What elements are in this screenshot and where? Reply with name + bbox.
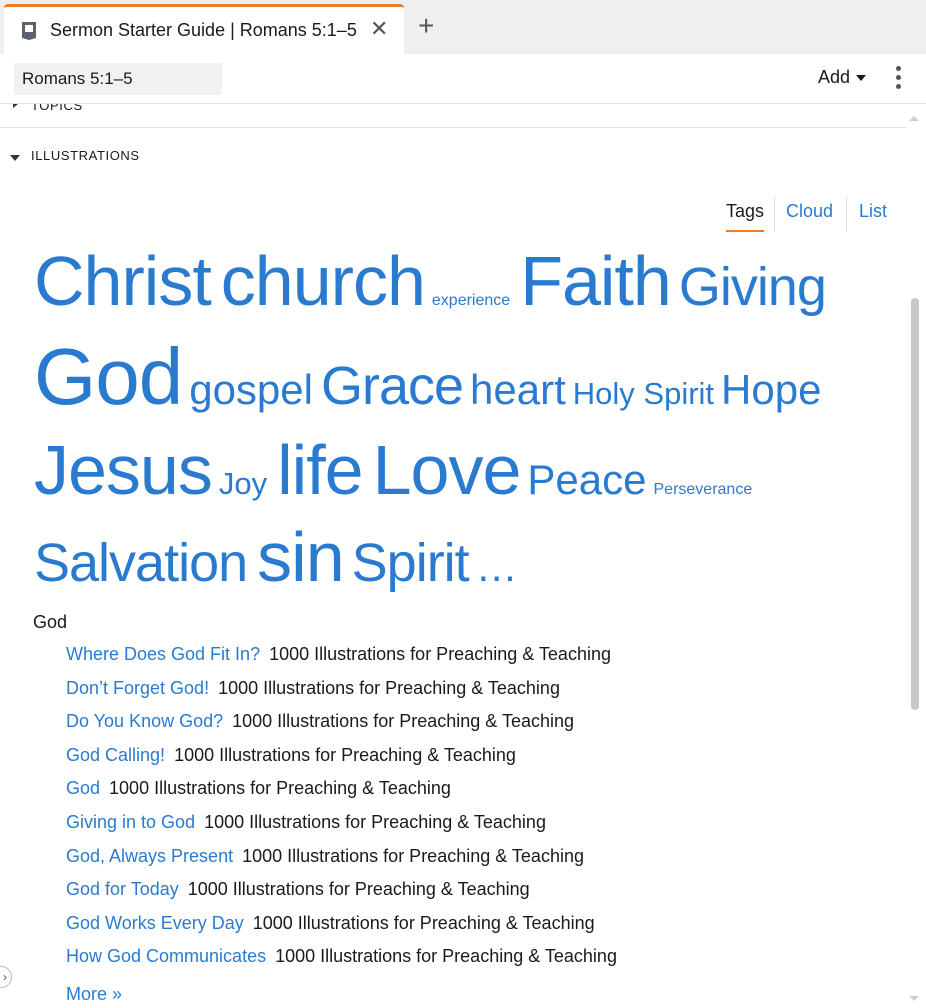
kebab-menu-icon[interactable]	[892, 66, 904, 92]
illustration-source: 1000 Illustrations for Preaching & Teach…	[269, 644, 611, 664]
tag-love[interactable]: Love	[373, 428, 522, 512]
scrollbar-thumb[interactable]	[911, 298, 919, 710]
illustration-link[interactable]: Don’t Forget God!	[66, 678, 209, 698]
tag-sin[interactable]: sin	[257, 522, 344, 592]
tag-life[interactable]: life	[277, 428, 363, 512]
content-area: TOPICS ILLUSTRATIONS Tags Cloud List Chr…	[0, 104, 926, 1008]
section-illustrations-label: ILLUSTRATIONS	[31, 148, 140, 163]
tag-jesus[interactable]: Jesus	[34, 428, 213, 512]
tag-church[interactable]: church	[221, 240, 426, 322]
list-item: God 1000 Illustrations for Preaching & Te…	[66, 778, 886, 812]
tag-hope[interactable]: Hope	[721, 345, 821, 435]
view-tab-list[interactable]: List	[859, 196, 887, 232]
tag-cloud-line: Salvation sin Spirit…	[34, 522, 518, 593]
add-button-label: Add	[818, 67, 851, 87]
illustration-link[interactable]: Giving in to God	[66, 812, 195, 832]
list-item: God, Always Present 1000 Illustrations fo…	[66, 846, 886, 880]
illustration-link[interactable]: Where Does God Fit In?	[66, 644, 260, 664]
illustration-source: 1000 Illustrations for Preaching & Teach…	[187, 879, 530, 900]
illustration-link[interactable]: God for Today	[66, 879, 179, 899]
list-item: God Calling! 1000 Illustrations for Preac…	[66, 745, 886, 779]
tag-gospel[interactable]: gospel	[189, 345, 313, 435]
tag-giving[interactable]: Giving	[679, 246, 827, 328]
illustration-source: 1000 Illustrations for Preaching & Teach…	[242, 845, 584, 866]
section-illustrations-header[interactable]: ILLUSTRATIONS	[0, 148, 906, 170]
tag-joy[interactable]: Joy	[219, 442, 267, 526]
tag-peace[interactable]: Peace	[527, 438, 646, 522]
tag-cloud-line: Jesus Joy life Love Peace Perseverance	[34, 428, 752, 512]
tag-perseverance[interactable]: Perseverance	[654, 448, 753, 532]
list-item: Don’t Forget God! 1000 Illustrations for …	[66, 678, 886, 712]
section-topics-label: TOPICS	[31, 104, 83, 113]
illustration-link[interactable]: God	[66, 778, 100, 798]
illustration-source: 1000 Illustrations for Preaching & Teach…	[174, 744, 516, 765]
tag-faith[interactable]: Faith	[520, 240, 672, 322]
toolbar: Add	[0, 54, 926, 104]
tab-strip: Sermon Starter Guide | Romans 5:1–5 ✕ +	[0, 0, 926, 54]
tag-holy-spirit[interactable]: Holy Spirit	[573, 349, 714, 439]
illustration-source: 1000 Illustrations for Preaching & Teach…	[275, 946, 617, 967]
tag-cloud-line: Christ church experience Faith Giving	[34, 240, 827, 322]
illustration-link[interactable]: God Works Every Day	[66, 913, 244, 933]
tag-[interactable]: …	[476, 532, 518, 602]
illustration-source: 1000 Illustrations for Preaching & Teach…	[252, 912, 595, 933]
illustration-link[interactable]: Do You Know God?	[66, 711, 223, 731]
view-tab-tags[interactable]: Tags	[726, 196, 765, 232]
tag-spirit[interactable]: Spirit	[352, 528, 470, 598]
tag-experience[interactable]: experience	[432, 260, 510, 342]
view-tab-cloud[interactable]: Cloud	[786, 196, 833, 232]
tab-sermon-starter-guide[interactable]: Sermon Starter Guide | Romans 5:1–5 ✕	[4, 4, 404, 54]
guide-book-icon	[22, 22, 36, 40]
collapse-triangle-icon	[10, 155, 20, 161]
list-item: Do You Know God? 1000 Illustrations for P…	[66, 711, 886, 745]
scroll-up-arrow-icon[interactable]	[909, 116, 919, 121]
illustration-source: 1000 Illustrations for Preaching & Teach…	[204, 811, 546, 832]
illustration-source: 1000 Illustrations for Preaching & Teach…	[109, 778, 451, 799]
tag-grace[interactable]: Grace	[321, 341, 464, 431]
reference-input[interactable]	[14, 63, 222, 95]
list-item: Where Does God Fit In? 1000 Illustrations…	[66, 644, 886, 678]
close-tab-icon[interactable]: ✕	[370, 17, 388, 41]
tag-heart[interactable]: heart	[470, 345, 566, 435]
result-group-title: God	[33, 612, 68, 632]
illustration-link[interactable]: God Calling!	[66, 745, 165, 765]
tag-cloud-line: God gospel Grace heart Holy Spirit Hope	[34, 332, 821, 422]
expand-triangle-icon	[13, 104, 18, 108]
tag-christ[interactable]: Christ	[34, 240, 212, 322]
tag-god[interactable]: God	[34, 332, 183, 422]
more-link[interactable]: More »	[66, 984, 122, 1005]
add-button[interactable]: Add	[818, 67, 867, 88]
new-tab-icon[interactable]: +	[418, 12, 434, 40]
chevron-down-icon	[856, 75, 867, 82]
list-item: Giving in to God 1000 Illustrations for P…	[66, 812, 886, 846]
illustration-link[interactable]: How God Communicates	[66, 946, 266, 966]
illustration-link[interactable]: God, Always Present	[66, 846, 233, 866]
section-topics-header[interactable]: TOPICS	[0, 104, 906, 128]
illustration-source: 1000 Illustrations for Preaching & Teach…	[232, 711, 575, 732]
illustration-source: 1000 Illustrations for Preaching & Teach…	[218, 677, 560, 698]
tag-salvation[interactable]: Salvation	[34, 528, 248, 598]
illustration-results-list: Where Does God Fit In? 1000 Illustrations…	[66, 644, 886, 980]
tab-title: Sermon Starter Guide | Romans 5:1–5	[50, 20, 357, 40]
divider	[846, 196, 847, 232]
list-item: God for Today 1000 Illustrations for Prea…	[66, 879, 886, 913]
list-item: How God Communicates 1000 Illustrations f…	[66, 946, 886, 980]
scroll-down-arrow-icon[interactable]	[909, 996, 919, 1001]
divider	[774, 196, 775, 232]
list-item: God Works Every Day 1000 Illustrations fo…	[66, 913, 886, 947]
